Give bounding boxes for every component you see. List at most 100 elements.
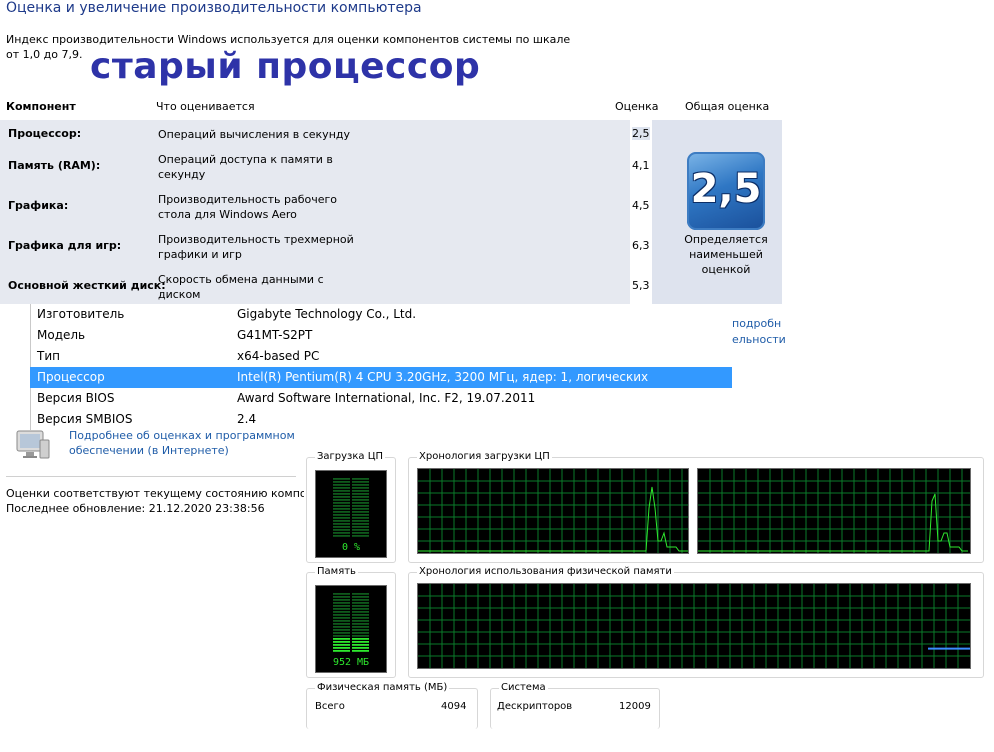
system-info-row-selected[interactable]: Процессор Intel(R) Pentium(R) 4 CPU 3.20… xyxy=(30,367,732,405)
component-name: Память (RAM): xyxy=(8,159,101,172)
gauge-segment xyxy=(333,523,350,525)
component-name: Процессор: xyxy=(8,127,82,140)
last-update-text: Последнее обновление: 21.12.2020 23:38:5… xyxy=(6,502,265,515)
gauge-segment xyxy=(352,499,369,501)
gauge-segment xyxy=(352,520,369,522)
component-desc: Производительность рабочего стола для Wi… xyxy=(158,193,338,221)
system-info-value: Award Software International, Inc. F2, 1… xyxy=(237,391,536,405)
gauge-segment xyxy=(352,593,369,595)
gauge-segment xyxy=(333,620,350,622)
system-info-row[interactable]: Версия BIOS Award Software International… xyxy=(30,388,732,409)
gauge-segment xyxy=(333,632,350,634)
gauge-segment xyxy=(333,608,350,610)
gauge-segment xyxy=(333,629,350,631)
system-info-key: Тип xyxy=(37,349,60,363)
physical-memory-label: Физическая память (МБ) xyxy=(315,682,450,693)
system-info-row[interactable]: Тип x64-based PC xyxy=(30,346,732,367)
system-info-key: Изготовитель xyxy=(37,307,125,321)
cpu-usage-line xyxy=(698,493,968,552)
system-info-row[interactable]: Модель G41MT-S2PT xyxy=(30,325,732,346)
system-info-row[interactable]: Изготовитель Gigabyte Technology Co., Lt… xyxy=(30,304,732,325)
gauge-segment xyxy=(352,647,369,649)
cpu-history-graph-core1 xyxy=(417,468,689,554)
gauge-segment xyxy=(333,650,350,652)
gauge-segment xyxy=(352,641,369,643)
cpu-usage-group: Загрузка ЦП 0 % xyxy=(306,451,396,563)
gauge-segment xyxy=(333,496,350,498)
table-row: Память (RAM): Операций доступа к памяти … xyxy=(0,152,652,192)
details-link-line1[interactable]: подробн xyxy=(732,316,786,332)
header-base-score: Общая оценка xyxy=(685,100,770,113)
gauge-segment xyxy=(333,478,350,480)
gauge-segment xyxy=(333,508,350,510)
gauge-segment xyxy=(352,629,369,631)
gauge-segment xyxy=(352,526,369,528)
gauge-segment xyxy=(352,635,369,637)
gauge-segment xyxy=(352,523,369,525)
gauge-segment xyxy=(333,505,350,507)
header-component: Компонент xyxy=(6,100,76,113)
gauge-segment xyxy=(352,487,369,489)
gauge-segment xyxy=(352,496,369,498)
score-status-text: Оценки соответствуют текущему состоянию … xyxy=(6,487,307,500)
gauge-segment xyxy=(333,484,350,486)
gauge-segment xyxy=(352,605,369,607)
gauge-segment xyxy=(352,529,369,531)
task-manager-performance: Загрузка ЦП 0 % Хронология загрузки ЦП П… xyxy=(304,448,994,752)
gauge-segment xyxy=(352,632,369,634)
gauge-segment xyxy=(352,611,369,613)
gauge-segment xyxy=(352,514,369,516)
gauge-segment xyxy=(333,638,350,640)
gauge-segment xyxy=(333,602,350,604)
total-value: 4094 xyxy=(441,701,467,712)
system-stats-group: Система Дескрипторов 12009 xyxy=(490,682,660,729)
gauge-segment xyxy=(352,517,369,519)
gauge-segment xyxy=(333,493,350,495)
cpu-history-label: Хронология загрузки ЦП xyxy=(417,451,552,462)
header-score: Оценка xyxy=(615,100,659,113)
system-info-value: x64-based PC xyxy=(237,349,320,363)
gauge-segment xyxy=(333,490,350,492)
online-info-link-line2[interactable]: обеспечении (в Интернете) xyxy=(69,443,295,458)
online-info-link-line1[interactable]: Подробнее об оценках и программном xyxy=(69,428,295,443)
memory-group: Память 952 МБ xyxy=(306,566,396,678)
gauge-segment xyxy=(352,532,369,534)
gauge-segment xyxy=(333,499,350,501)
gauge-segment xyxy=(352,602,369,604)
handles-value: 12009 xyxy=(619,701,651,712)
gauge-segment xyxy=(333,487,350,489)
gauge-segment xyxy=(352,505,369,507)
gauge-segment xyxy=(352,620,369,622)
cpu-usage-label: Загрузка ЦП xyxy=(315,451,386,462)
component-score: 4,5 xyxy=(632,199,650,212)
cpu-usage-gauge: 0 % xyxy=(315,470,387,558)
details-link[interactable]: подробн ельности xyxy=(732,316,786,348)
component-name: Графика для игр: xyxy=(8,239,122,252)
memory-history-group: Хронология использования физической памя… xyxy=(408,566,984,678)
gauge-segment xyxy=(333,596,350,598)
memory-label: Память xyxy=(315,566,358,577)
gauge-segment xyxy=(352,493,369,495)
component-desc: Операций вычисления в секунду xyxy=(158,128,350,141)
gauge-segment xyxy=(352,481,369,483)
gauge-segment xyxy=(333,593,350,595)
details-link-line2[interactable]: ельности xyxy=(732,332,786,348)
physical-memory-group: Физическая память (МБ) Всего 4094 xyxy=(306,682,478,729)
gauge-segment xyxy=(333,535,350,537)
gauge-segment xyxy=(352,484,369,486)
gauge-segment xyxy=(352,511,369,513)
gauge-segment xyxy=(333,644,350,646)
online-info-link[interactable]: Подробнее об оценках и программном обесп… xyxy=(69,428,295,458)
gauge-segment xyxy=(352,617,369,619)
system-info-key: Модель xyxy=(37,328,86,342)
gauge-segment xyxy=(352,599,369,601)
base-score-badge: 2,5 xyxy=(687,152,765,230)
gauge-segment xyxy=(333,641,350,643)
system-info-row[interactable]: Версия SMBIOS 2.4 xyxy=(30,409,732,430)
system-info-key: Процессор xyxy=(37,370,105,384)
gauge-segment xyxy=(333,599,350,601)
component-desc: Операций доступа к памяти в секунду xyxy=(158,153,333,181)
gauge-segment xyxy=(333,611,350,613)
gauge-segment xyxy=(352,508,369,510)
gauge-segment xyxy=(333,617,350,619)
